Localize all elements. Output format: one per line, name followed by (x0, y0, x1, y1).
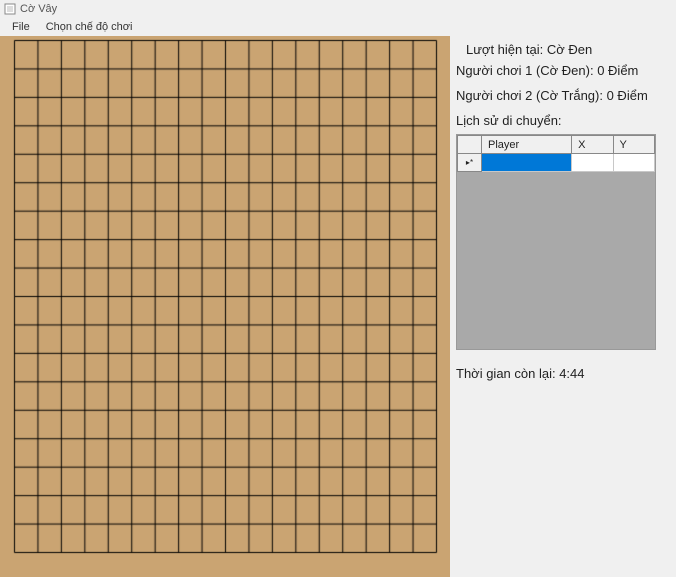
timer-label: Thời gian còn lại: 4:44 (456, 366, 670, 381)
history-col-x[interactable]: X (572, 136, 613, 154)
history-grid-empty (457, 172, 655, 350)
history-title: Lịch sử di chuyển: (456, 113, 670, 128)
history-row[interactable]: ▸* (458, 154, 655, 172)
history-col-marker[interactable] (458, 136, 482, 154)
title-bar: Cờ Vây (0, 0, 676, 18)
board-panel (0, 36, 450, 577)
go-board[interactable] (10, 36, 440, 556)
history-grid[interactable]: Player X Y ▸* (456, 134, 656, 350)
history-col-y[interactable]: Y (613, 136, 654, 154)
history-col-player[interactable]: Player (482, 136, 572, 154)
info-panel: Lượt hiện tại: Cờ Đen Người chơi 1 (Cờ Đ… (450, 36, 676, 577)
menu-game-mode[interactable]: Chọn chế độ chơi (38, 19, 141, 35)
row-marker: ▸* (458, 154, 482, 172)
turn-label: Lượt hiện tại: Cờ Đen (456, 42, 670, 57)
menu-file[interactable]: File (4, 19, 38, 35)
cell-x[interactable] (572, 154, 613, 172)
app-icon (4, 3, 16, 15)
player1-score: Người chơi 1 (Cờ Đen): 0 Điểm (456, 63, 670, 78)
cell-y[interactable] (613, 154, 654, 172)
window-title: Cờ Vây (20, 3, 57, 15)
menu-bar: File Chọn chế độ chơi (0, 18, 676, 36)
content-area: Lượt hiện tại: Cờ Đen Người chơi 1 (Cờ Đ… (0, 36, 676, 577)
history-header-row: Player X Y (458, 136, 655, 154)
cell-player[interactable] (482, 154, 572, 172)
player2-score: Người chơi 2 (Cờ Trắng): 0 Điểm (456, 88, 670, 103)
